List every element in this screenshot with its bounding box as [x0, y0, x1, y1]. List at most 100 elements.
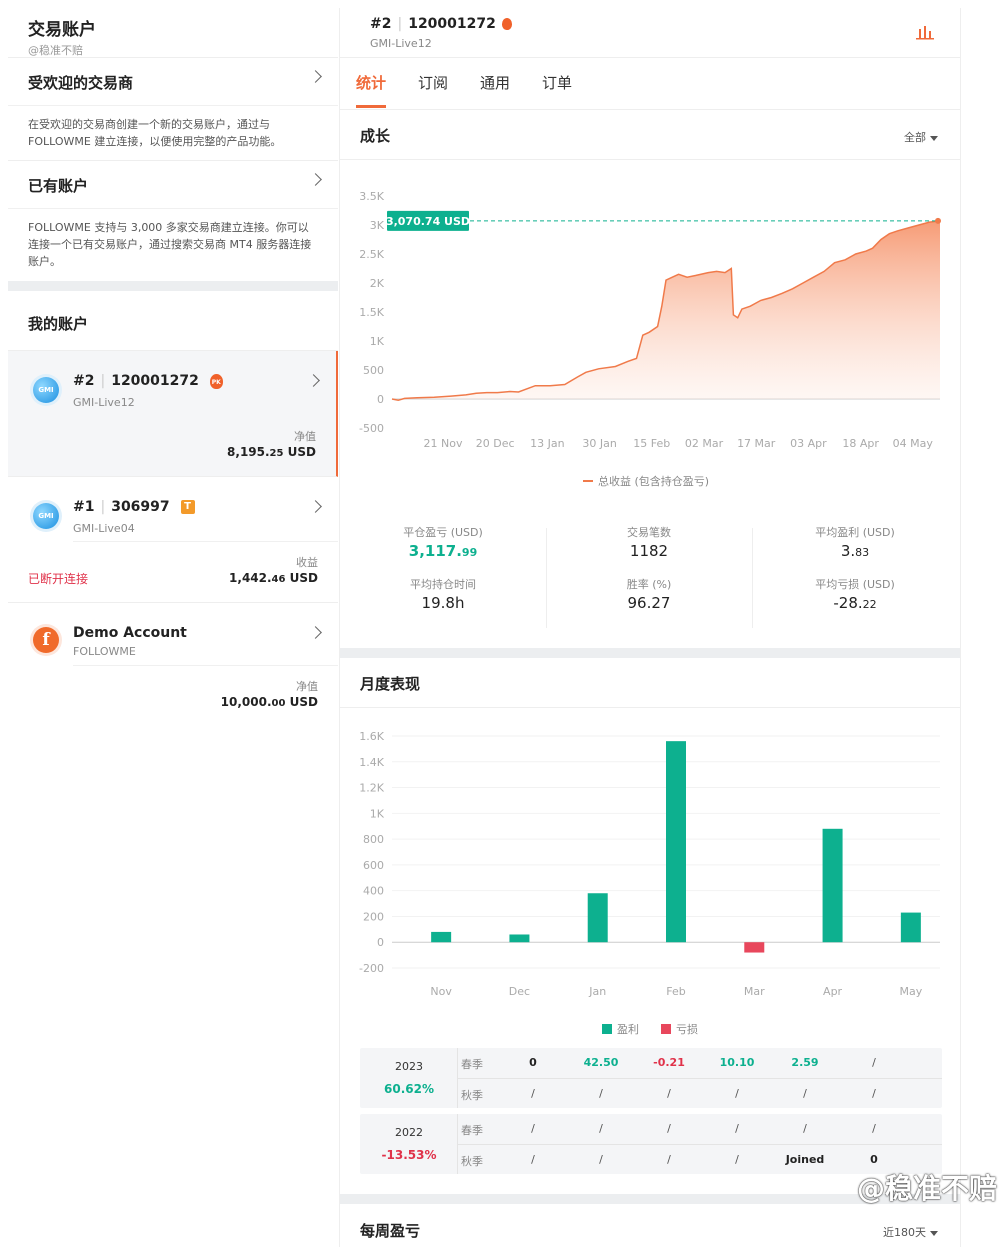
- popular-brokers-title: 受欢迎的交易商: [28, 74, 134, 92]
- weekly-range-select[interactable]: 近180天: [883, 1224, 938, 1240]
- legend-label-loss: 亏损: [676, 1022, 698, 1036]
- y-tick-label: 500: [363, 364, 384, 377]
- current-value-label: 3,070.74 USD: [386, 215, 470, 228]
- monthly-chart: 1.6K 1.4K 1.2K 1K 800 600 400 200 0 -200 Nov Dec Jan…: [359, 730, 940, 1036]
- existing-accounts-link[interactable]: 已有账户: [8, 161, 338, 209]
- year-block-2023: 2023 60.62% 春季 0 42.50 -0.21 10.10 2.59 / 秋季 / / / / /…: [360, 1048, 942, 1108]
- x-tick-label: Feb: [666, 985, 685, 998]
- season-cell: /: [667, 1153, 671, 1166]
- last-point: [935, 217, 941, 224]
- y-tick-label: 2K: [370, 277, 385, 290]
- legend-label: 总收益 (包含持仓盈亏): [598, 474, 709, 488]
- account-value: 1,442.46 USD: [229, 571, 318, 585]
- season-cell: /: [735, 1087, 739, 1100]
- account-value: 8,195.25 USD: [227, 445, 316, 459]
- season-cell: Joined: [785, 1153, 825, 1166]
- season-row: 春季 / / / / / /: [458, 1114, 942, 1144]
- account-server: GMI-Live12: [73, 396, 135, 409]
- y-tick-label: 800: [363, 833, 384, 846]
- tab-bar: 统计 订阅 通用 订单: [340, 58, 960, 110]
- legend-label-profit: 盈利: [617, 1023, 639, 1036]
- season-cell: 0: [870, 1153, 878, 1166]
- season-label: 秋季: [461, 1155, 483, 1168]
- season-cell: /: [667, 1122, 671, 1135]
- season-cell: /: [599, 1087, 603, 1100]
- monthly-title: 月度表现: [360, 675, 421, 693]
- year-return: 60.62%: [384, 1082, 434, 1096]
- monthly-legend: 盈利 亏损: [602, 1022, 698, 1036]
- x-tick-label: 15 Feb: [633, 437, 670, 450]
- x-tick-label: 02 Mar: [685, 437, 724, 450]
- account-value-label: 净值: [296, 680, 318, 693]
- popular-brokers-link[interactable]: 受欢迎的交易商: [8, 58, 338, 106]
- season-cell: /: [531, 1153, 535, 1166]
- y-tick-label: 1.4K: [359, 756, 384, 769]
- bar-feb: [666, 741, 686, 943]
- account-number: #2 | 120001272 PK: [73, 373, 223, 389]
- x-tick-label: May: [899, 985, 922, 998]
- divider: [73, 665, 338, 666]
- bar-chart-icon[interactable]: [916, 24, 934, 40]
- tab-general[interactable]: 通用: [480, 72, 510, 93]
- season-cell: /: [531, 1087, 535, 1100]
- tab-subscribe[interactable]: 订阅: [418, 72, 448, 93]
- seasonal-performance-table: 2023 60.62% 春季 0 42.50 -0.21 10.10 2.59 / 秋季 / / / / /…: [360, 1048, 942, 1180]
- year-cell: 2023 60.62%: [360, 1048, 458, 1108]
- account-item-demo[interactable]: f Demo Account FOLLOWME 净值 10,000.00 USD: [8, 603, 338, 723]
- detail-account-number: #2 | 120001272: [370, 16, 512, 32]
- bar-dec: [509, 934, 530, 943]
- year-label: 2023: [395, 1060, 423, 1073]
- stat-avg-loss: 平均亏损 (USD) -28.22: [815, 578, 895, 612]
- y-tick-label: 1.5K: [359, 306, 384, 319]
- season-cell: 10.10: [719, 1056, 755, 1069]
- chevron-right-icon: [309, 626, 322, 639]
- x-tick-label: 17 Mar: [737, 437, 776, 450]
- legend-swatch-loss: [661, 1024, 671, 1034]
- growth-header: 成长 全部: [340, 110, 960, 160]
- existing-accounts-title: 已有账户: [28, 177, 89, 195]
- x-tick-label: 20 Dec: [476, 437, 515, 450]
- tab-stats[interactable]: 统计: [356, 72, 386, 93]
- y-tick-label: 1.6K: [359, 730, 384, 743]
- caret-down-icon: [930, 135, 938, 141]
- tab-orders[interactable]: 订单: [542, 72, 572, 93]
- t-badge-icon: T: [180, 500, 195, 514]
- account-value: 10,000.00 USD: [220, 695, 318, 709]
- growth-legend: 总收益 (包含持仓盈亏): [583, 474, 709, 488]
- disconnected-status: 已断开连接: [28, 572, 89, 586]
- caret-down-icon: [930, 1230, 938, 1236]
- y-tick-label: 3.5K: [359, 190, 384, 203]
- chevron-right-icon: [309, 70, 322, 83]
- pk-badge-icon: PK: [209, 373, 223, 389]
- growth-range-select[interactable]: 全部: [904, 129, 938, 145]
- season-cell: /: [803, 1122, 807, 1135]
- x-tick-label: Dec: [509, 985, 530, 998]
- y-tick-label: 400: [363, 885, 384, 898]
- bar-jan: [587, 893, 608, 943]
- popular-brokers-section: 受欢迎的交易商 在受欢迎的交易商创建一个新的交易账户，通过与 FOLLOWME …: [8, 58, 338, 161]
- chevron-right-icon: [307, 374, 320, 387]
- season-cell: /: [872, 1087, 876, 1100]
- y-tick-label: -500: [359, 422, 384, 435]
- account-item-120001272[interactable]: GMI #2 | 120001272 PK GMI-Live12 净值 8,195.…: [8, 351, 338, 477]
- season-cell: 0: [529, 1056, 537, 1069]
- x-tick-label: 03 Apr: [790, 437, 827, 450]
- x-tick-label: Apr: [823, 985, 843, 998]
- y-tick-label: 1.2K: [359, 782, 384, 795]
- chevron-right-icon: [309, 500, 322, 513]
- y-tick-label: 200: [363, 910, 384, 923]
- x-tick-label: 21 Nov: [424, 437, 463, 450]
- flame-icon: [501, 18, 512, 30]
- season-cell: /: [599, 1122, 603, 1135]
- followme-logo-icon: f: [33, 627, 59, 653]
- bar-apr: [822, 828, 843, 943]
- bar-mar: [744, 942, 765, 953]
- y-tick-label: 0: [377, 936, 384, 949]
- detail-header: #2 | 120001272 GMI-Live12: [340, 8, 960, 58]
- account-detail-panel: #2 | 120001272 GMI-Live12 统计 订阅 通用 订单 成长 全…: [339, 8, 961, 1247]
- account-item-306997[interactable]: GMI #1 | 306997 T GMI-Live04 收益 已断开连接 1,44…: [8, 477, 338, 603]
- season-cell: 2.59: [791, 1056, 819, 1069]
- season-cell: /: [872, 1056, 876, 1069]
- panel-subtitle: @稳准不赔: [28, 44, 83, 57]
- bar-may: [900, 912, 921, 943]
